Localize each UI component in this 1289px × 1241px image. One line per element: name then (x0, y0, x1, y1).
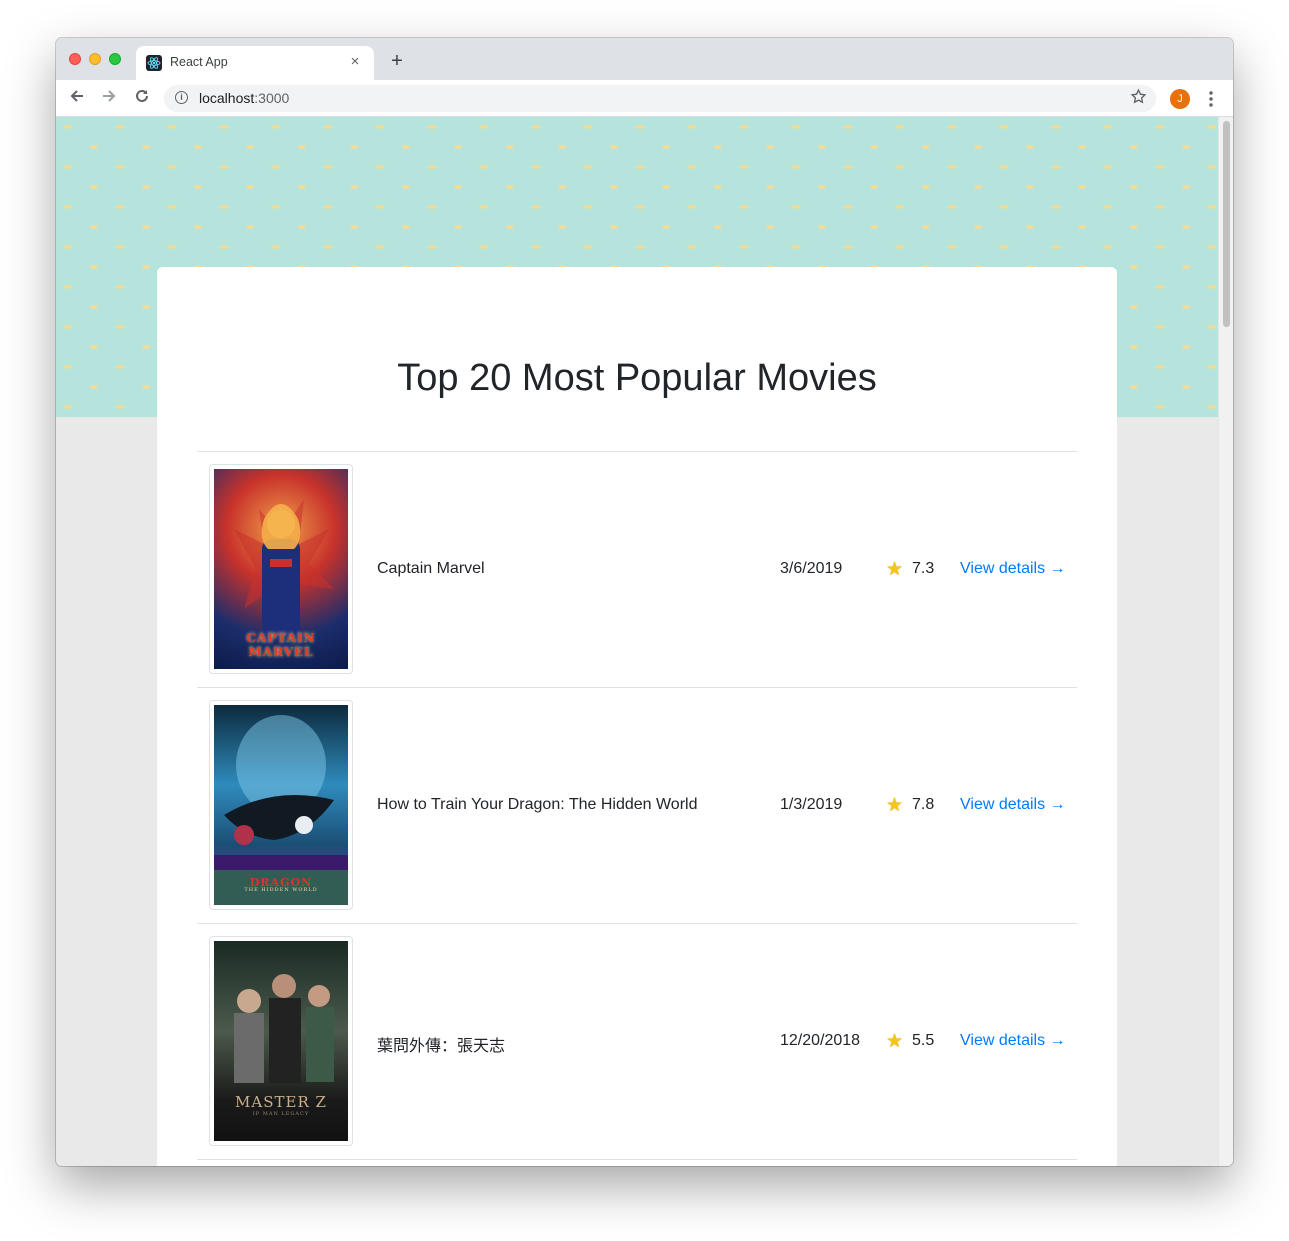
movie-poster: CAPTAIN MARVEL (209, 464, 353, 674)
movie-row: CAPTAIN MARVEL Captain Marvel 3/6/2019 ★… (197, 451, 1077, 687)
browser-toolbar: i localhost:3000 J (56, 80, 1233, 117)
page-title: Top 20 Most Popular Movies (397, 357, 877, 399)
movie-title: How to Train Your Dragon: The Hidden Wor… (377, 796, 698, 813)
view-details-link[interactable]: View details → (960, 1032, 1066, 1050)
poster-subtitle: IP MAN LEGACY (252, 1111, 310, 1117)
rating-value: 5.5 (912, 1032, 935, 1049)
rating-value: 7.8 (912, 796, 935, 813)
arrow-left-icon[interactable] (66, 87, 88, 109)
poster-image: CAPTAIN MARVEL (214, 469, 348, 669)
close-tab-icon[interactable]: × (346, 53, 364, 71)
arrow-right-icon[interactable] (98, 87, 120, 109)
star-icon: ★ (886, 1031, 904, 1052)
profile-avatar[interactable]: J (1170, 89, 1190, 109)
poster-caption: MASTER Z (235, 1093, 327, 1111)
star-icon: ★ (886, 559, 904, 580)
browser-window: React App × + i localhost:3000 J Top 20 … (56, 38, 1233, 1166)
poster-image: DRAGON THE HIDDEN WORLD (214, 705, 348, 905)
view-details-link[interactable]: View details → (960, 560, 1066, 578)
movie-title: Captain Marvel (377, 560, 485, 577)
url-text: localhost:3000 (199, 90, 290, 106)
movie-title: 葉問外傳：張天志 (377, 1038, 506, 1055)
info-icon[interactable]: i (175, 91, 188, 104)
more-vert-icon[interactable] (1204, 88, 1218, 110)
react-logo-icon (146, 55, 162, 71)
movie-poster: MASTER Z IP MAN LEGACY (209, 936, 353, 1146)
page-scrollbar[interactable] (1218, 117, 1233, 1166)
movies-card: Top 20 Most Popular Movies CAPTAIN MARVE… (157, 267, 1117, 1166)
tab-react-app[interactable]: React App × (136, 46, 374, 80)
star-icon: ★ (886, 795, 904, 816)
poster-caption: CAPTAIN MARVEL (246, 631, 316, 659)
poster-subtitle: THE HIDDEN WORLD (244, 887, 318, 893)
window-maximize-button[interactable] (109, 53, 121, 65)
page-viewport: Top 20 Most Popular Movies CAPTAIN MARVE… (56, 117, 1218, 1166)
reload-icon[interactable] (131, 87, 153, 109)
poster-image: MASTER Z IP MAN LEGACY (214, 941, 348, 1141)
movie-list: CAPTAIN MARVEL Captain Marvel 3/6/2019 ★… (197, 451, 1077, 1166)
release-date: 3/6/2019 (780, 560, 843, 577)
tab-strip: React App × + (56, 38, 1233, 80)
address-bar[interactable]: i localhost:3000 (164, 85, 1156, 112)
view-details-link[interactable]: View details → (960, 796, 1066, 814)
tab-title: React App (170, 55, 228, 69)
release-date: 12/20/2018 (780, 1032, 861, 1049)
release-date: 1/3/2019 (780, 796, 843, 813)
window-minimize-button[interactable] (89, 53, 101, 65)
scrollbar-thumb[interactable] (1223, 121, 1230, 327)
new-tab-button[interactable]: + (386, 51, 408, 73)
movie-row (197, 1159, 1077, 1166)
movie-poster: DRAGON THE HIDDEN WORLD (209, 700, 353, 910)
window-close-button[interactable] (69, 53, 81, 65)
star-icon[interactable] (1130, 88, 1147, 110)
movie-row: MASTER Z IP MAN LEGACY 葉問外傳：張天志 12/20/20… (197, 923, 1077, 1159)
rating-value: 7.3 (912, 560, 935, 577)
movie-row: DRAGON THE HIDDEN WORLD How to Train You… (197, 687, 1077, 923)
